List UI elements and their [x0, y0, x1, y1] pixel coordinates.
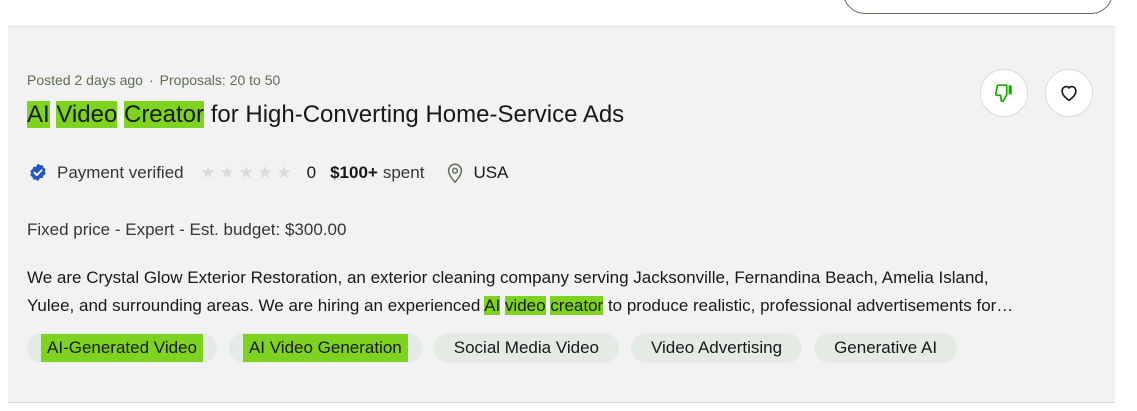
client-spent-label: spent: [382, 163, 425, 182]
budget-label: Est. budget:: [189, 220, 281, 239]
job-type: Fixed price: [27, 220, 111, 239]
description-highlight: creator: [550, 296, 604, 315]
dislike-button[interactable]: [980, 69, 1028, 117]
rating-count: 0: [306, 163, 317, 182]
description-line: We are Crystal Glow Exterior Restoration…: [27, 268, 989, 287]
star-icon: ★: [200, 163, 216, 182]
star-icon: ★: [257, 163, 273, 182]
title-highlight: Creator: [123, 101, 205, 128]
job-card[interactable]: Posted 2 days ago · Proposals: 20 to 50 AI…: [8, 26, 1115, 403]
search-input[interactable]: [843, 0, 1113, 14]
skill-tag[interactable]: Social Media Video: [433, 333, 619, 363]
description-line: Yulee, and surrounding areas. We are hir…: [27, 292, 1087, 320]
description-text: Yulee, and surrounding areas. We are hir…: [27, 296, 481, 315]
experience-level: Expert: [125, 220, 175, 239]
skill-tag[interactable]: AI-Generated Video: [27, 333, 217, 363]
skill-tag[interactable]: Generative AI: [814, 333, 958, 363]
meta-separator: ·: [148, 72, 154, 88]
title-highlight: Video: [56, 101, 118, 128]
job-budget: Fixed price - Expert - Est. budget: $300…: [27, 220, 346, 240]
save-job-button[interactable]: [1045, 69, 1093, 117]
description-highlight: AI: [484, 296, 501, 315]
skill-tag[interactable]: Video Advertising: [631, 333, 803, 363]
description-highlight: video: [504, 296, 546, 315]
location-pin-icon: [445, 162, 465, 184]
star-icon: ★: [219, 163, 235, 182]
description-text: to produce realistic, professional adver…: [607, 296, 1014, 315]
title-highlight: AI: [27, 101, 50, 128]
thumbs-down-icon: [993, 82, 1015, 104]
heart-icon: [1058, 82, 1080, 104]
proposals-count: Proposals: 20 to 50: [159, 72, 281, 88]
client-info: Payment verified ★ ★ ★ ★ ★ 0 $100+ spent…: [27, 162, 508, 184]
budget-separator: -: [174, 220, 190, 239]
tag-label: Generative AI: [834, 338, 938, 357]
budget-amount: $300.00: [284, 220, 347, 239]
posted-time: Posted 2 days ago: [27, 72, 143, 88]
tag-highlight: AI Video Generation: [242, 334, 408, 362]
skill-tag[interactable]: AI Video Generation: [228, 333, 422, 363]
budget-separator: -: [110, 220, 126, 239]
star-icon: ★: [276, 163, 292, 182]
client-spent-amount: $100+: [330, 163, 378, 182]
client-rating-stars: ★ ★ ★ ★ ★: [199, 163, 294, 183]
skill-tags: AI-Generated Video AI Video Generation S…: [27, 333, 958, 363]
payment-verified-label: Payment verified: [57, 163, 184, 182]
job-description[interactable]: We are Crystal Glow Exterior Restoration…: [27, 264, 1087, 320]
job-meta: Posted 2 days ago · Proposals: 20 to 50: [27, 72, 280, 88]
client-location: USA: [473, 163, 509, 182]
tag-label: Social Media Video: [453, 338, 599, 357]
star-icon: ★: [238, 163, 254, 182]
tag-highlight: AI-Generated Video: [41, 334, 203, 362]
tag-label: Video Advertising: [651, 338, 783, 357]
title-rest: for High-Converting Home-Service Ads: [210, 101, 625, 128]
verified-badge-icon: [27, 162, 49, 184]
job-title[interactable]: AI Video Creator for High-Converting Hom…: [27, 100, 624, 130]
